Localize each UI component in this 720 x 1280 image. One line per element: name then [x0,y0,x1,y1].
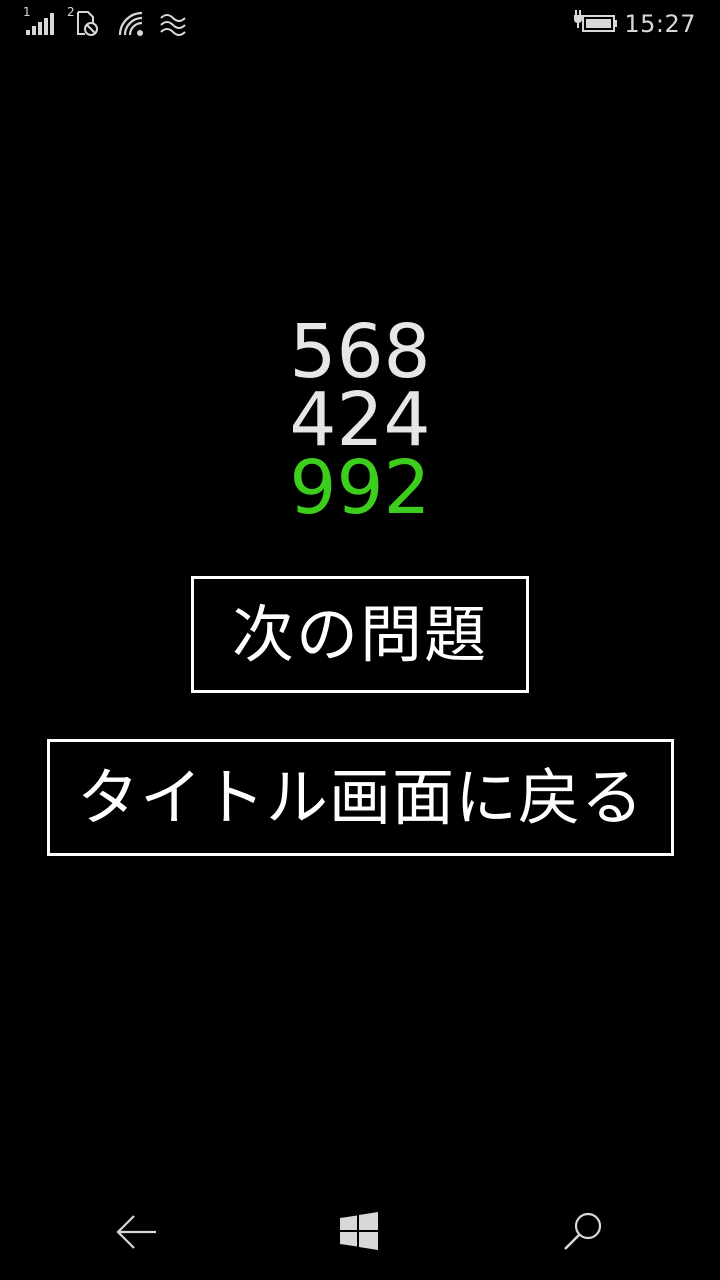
wifi-icon [118,11,143,36]
next-problem-button[interactable]: 次の問題 [191,576,529,693]
navigation-bar [0,1184,720,1280]
return-to-title-button[interactable]: タイトル画面に戻る [47,739,674,856]
status-bar: 1 2 15:27 [0,0,720,48]
operand-2: 424 [289,377,431,463]
signal-bars-icon [26,13,54,35]
answer: 992 [289,445,431,531]
operand-1: 568 [289,309,431,395]
data-wave-icon [160,14,186,36]
no-sim-icon [77,11,98,36]
problem-display: 568 424 992 [0,309,720,531]
windows-start-icon[interactable] [332,1204,388,1260]
clock: 15:27 [624,10,696,38]
search-icon[interactable] [556,1204,612,1260]
battery-charging-icon [574,10,617,32]
back-arrow-icon[interactable] [108,1204,164,1260]
